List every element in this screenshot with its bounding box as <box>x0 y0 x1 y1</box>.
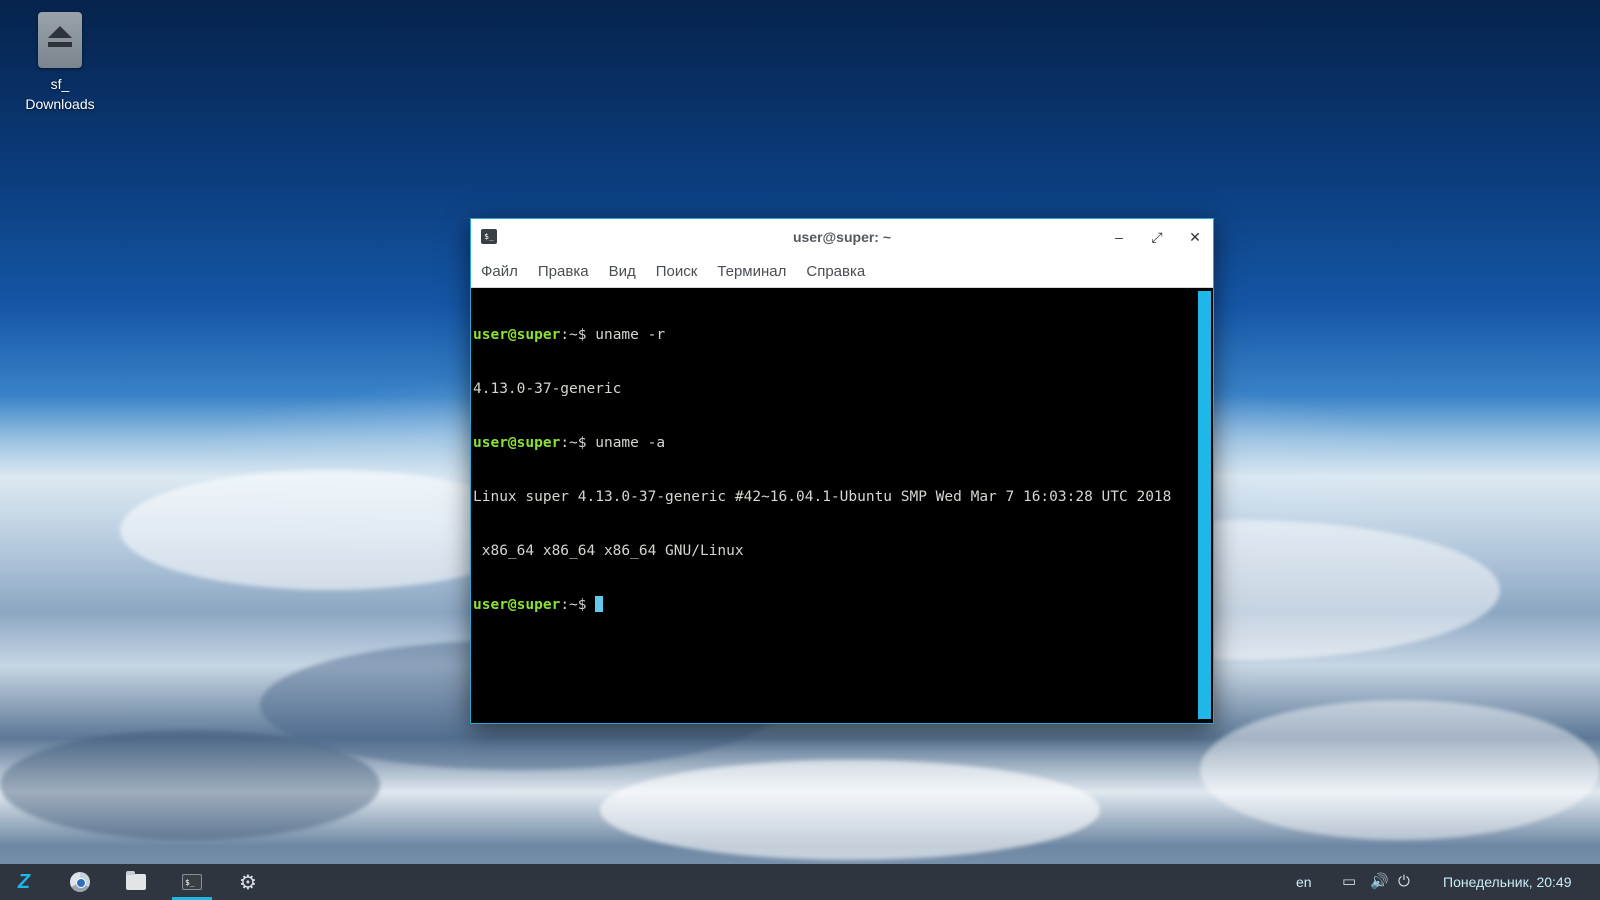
desktop-icon-label-line1: sf_ <box>50 76 70 92</box>
eject-drive-icon <box>38 12 82 68</box>
close-button[interactable]: ✕ <box>1185 227 1205 247</box>
terminal-line: user@super:~$ <box>473 596 1171 614</box>
terminal-line: 4.13.0-37-generic <box>473 381 622 397</box>
settings-launcher[interactable]: ⚙ <box>228 864 268 900</box>
terminal-line: x86_64 x86_64 x86_64 GNU/Linux <box>473 543 744 559</box>
folder-icon <box>126 871 146 890</box>
terminal-line: Linux super 4.13.0-37-generic #42~16.04.… <box>473 489 1172 505</box>
prompt-suffix: :~$ <box>560 435 596 451</box>
menu-file[interactable]: Файл <box>481 263 518 280</box>
clock[interactable]: Понедельник, 20:49 <box>1443 864 1572 900</box>
wallpaper-mountain-shadow <box>0 730 380 840</box>
minimize-button[interactable]: – <box>1109 227 1129 247</box>
terminal-icon: $_ <box>182 874 202 890</box>
chrome-launcher[interactable] <box>60 864 100 900</box>
prompt-user: user@super <box>473 597 561 613</box>
files-launcher[interactable] <box>116 864 156 900</box>
terminal-area[interactable]: user@super:~$ uname -r 4.13.0-37-generic… <box>471 288 1213 723</box>
menubar: Файл Правка Вид Поиск Терминал Справка <box>471 255 1213 288</box>
desktop-icon-label-line2: Downloads <box>25 96 95 112</box>
maximize-button[interactable]: ⤢ <box>1147 227 1167 247</box>
menu-edit[interactable]: Правка <box>538 263 589 280</box>
prompt-suffix: :~$ <box>560 327 596 343</box>
volume-icon[interactable]: 🔊 <box>1370 864 1389 900</box>
wallpaper-snow-patch <box>600 760 1100 860</box>
window-titlebar[interactable]: $_ user@super: ~ – ⤢ ✕ <box>471 219 1213 255</box>
menu-help[interactable]: Справка <box>806 263 865 280</box>
prompt-user: user@super <box>473 435 561 451</box>
keyboard-layout-indicator[interactable]: en <box>1296 864 1312 900</box>
wallpaper-snow-patch <box>1200 700 1600 840</box>
desktop: sf_ Downloads $_ user@super: ~ – ⤢ ✕ Фай… <box>0 0 1600 900</box>
taskbar: Z $_ ⚙ en ▭ 🔊 ⏻ Понедельник, 20:49 <box>0 864 1600 900</box>
zorin-menu-icon: Z <box>17 870 31 893</box>
power-icon[interactable]: ⏻ <box>1398 864 1410 900</box>
desktop-icon-sf-downloads[interactable]: sf_ Downloads <box>14 12 106 114</box>
terminal-window: $_ user@super: ~ – ⤢ ✕ Файл Правка Вид П… <box>470 218 1214 724</box>
zorin-menu-button[interactable]: Z <box>4 864 44 900</box>
menu-terminal[interactable]: Терминал <box>717 263 786 280</box>
terminal-taskbar-button[interactable]: $_ <box>172 864 212 900</box>
menu-search[interactable]: Поиск <box>656 263 698 280</box>
gear-icon: ⚙ <box>239 871 257 894</box>
terminal-output: user@super:~$ uname -r 4.13.0-37-generic… <box>473 290 1171 650</box>
window-title: user@super: ~ <box>792 229 892 245</box>
chrome-icon <box>70 872 90 892</box>
display-icon[interactable]: ▭ <box>1342 864 1356 900</box>
terminal-line: user@super:~$ uname -a <box>473 434 1171 452</box>
text-cursor <box>595 596 604 612</box>
prompt-suffix: :~$ <box>560 597 596 613</box>
terminal-command: uname -r <box>595 327 666 343</box>
terminal-command: uname -a <box>595 435 666 451</box>
prompt-user: user@super <box>473 327 561 343</box>
menu-view[interactable]: Вид <box>609 263 636 280</box>
terminal-line: user@super:~$ uname -r <box>473 326 1171 344</box>
terminal-scrollbar[interactable] <box>1198 291 1211 719</box>
